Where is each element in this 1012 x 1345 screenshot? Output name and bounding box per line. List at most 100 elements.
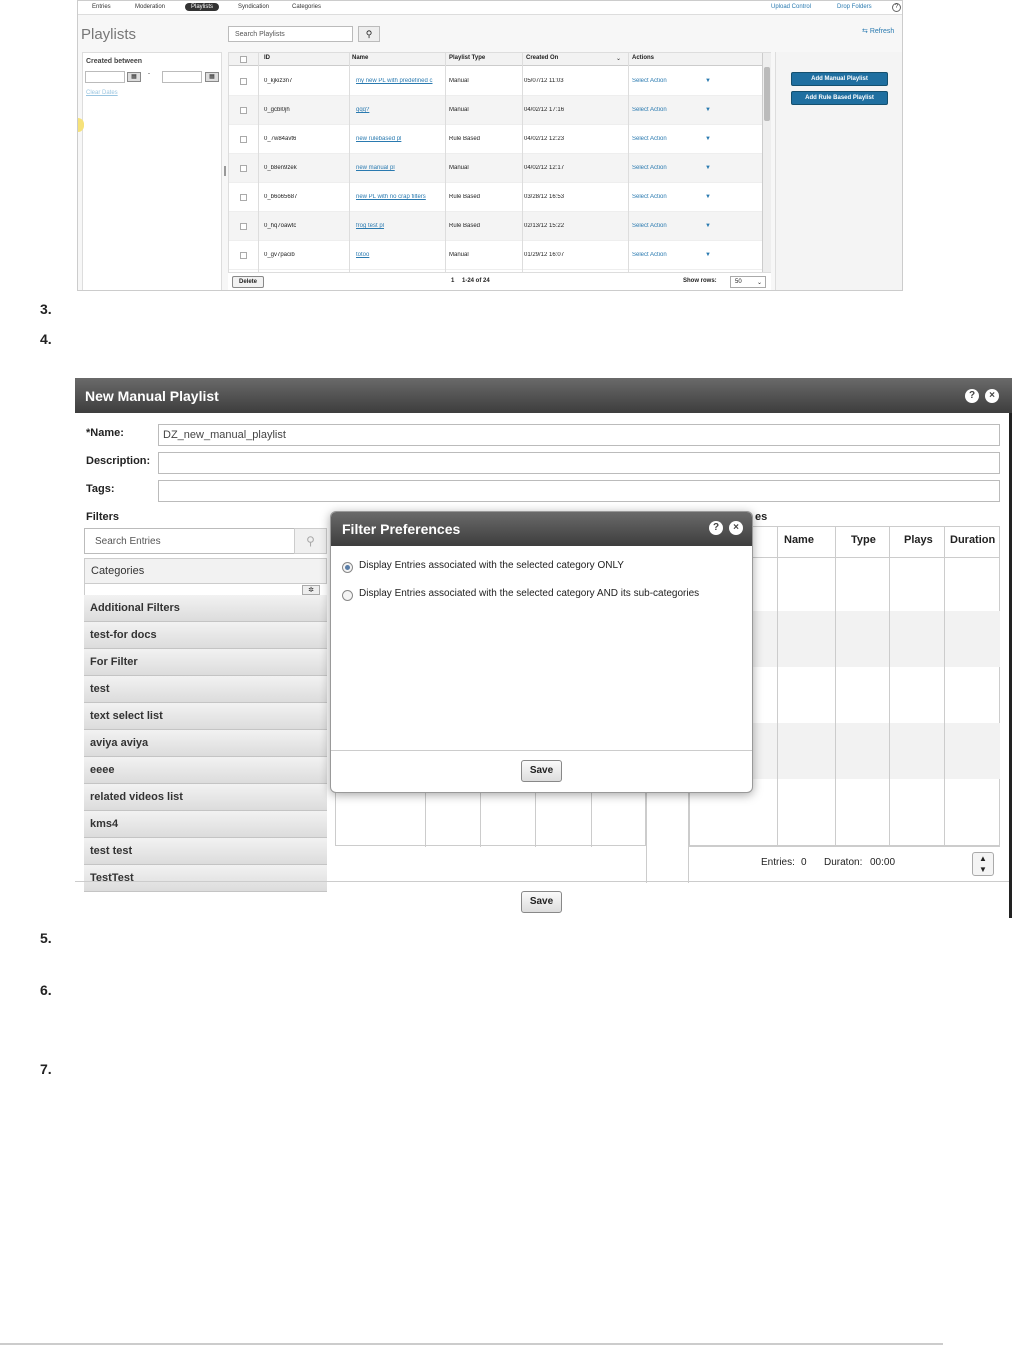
- select-action-link[interactable]: Select Action: [632, 136, 667, 142]
- row-checkbox[interactable]: [240, 165, 247, 172]
- sort-chevron-icon[interactable]: ⌄: [616, 55, 621, 62]
- filter-item[interactable]: For Filter: [84, 649, 327, 676]
- description-field[interactable]: [158, 452, 1000, 474]
- header-plays[interactable]: Plays: [904, 534, 933, 546]
- categories-header[interactable]: Categories: [84, 558, 327, 584]
- select-action-link[interactable]: Select Action: [632, 165, 667, 171]
- clear-dates-link[interactable]: Clear Dates: [86, 90, 118, 96]
- footer-divider: [75, 881, 1009, 882]
- page-range: 1-24 of 24: [462, 278, 490, 284]
- row-checkbox[interactable]: [240, 136, 247, 143]
- row-checkbox[interactable]: [240, 252, 247, 259]
- help-icon[interactable]: ?: [965, 389, 979, 403]
- filter-settings-icon[interactable]: ✲: [302, 585, 320, 595]
- filter-item[interactable]: test test: [84, 838, 327, 865]
- save-button[interactable]: Save: [521, 891, 562, 913]
- select-action-link[interactable]: Select Action: [632, 107, 667, 113]
- save-button[interactable]: Save: [521, 760, 562, 782]
- header-name[interactable]: Name: [352, 55, 368, 61]
- cell-name-link[interactable]: my new PL with predefined c: [356, 78, 444, 84]
- dropdown-arrow-icon[interactable]: ▼: [705, 165, 711, 171]
- header-name[interactable]: Name: [784, 534, 814, 546]
- upload-control-link[interactable]: Upload Control: [771, 4, 811, 10]
- search-entries-input[interactable]: Search Entries: [84, 528, 295, 554]
- filter-item[interactable]: kms4: [84, 811, 327, 838]
- tab-playlists[interactable]: Playlists: [185, 3, 220, 11]
- start-date-input[interactable]: [85, 71, 125, 83]
- dialog-title-bar: Filter Preferences ? ×: [331, 512, 752, 546]
- search-icon[interactable]: ⚲: [294, 528, 327, 554]
- cell-name-link[interactable]: new manual pl: [356, 165, 444, 171]
- dropdown-arrow-icon[interactable]: ▼: [705, 78, 711, 84]
- actions-panel: Add Manual Playlist Add Rule Based Playl…: [775, 52, 902, 290]
- header-duration[interactable]: Duration: [950, 534, 995, 546]
- scrollbar[interactable]: [762, 53, 771, 273]
- dropdown-arrow-icon[interactable]: ▼: [705, 136, 711, 142]
- down-arrow-icon[interactable]: ▼: [979, 865, 987, 874]
- radio-selected-category-only[interactable]: [342, 562, 353, 573]
- row-checkbox[interactable]: [240, 194, 247, 201]
- filter-item[interactable]: aviya aviya: [84, 730, 327, 757]
- radio-include-subcategories[interactable]: [342, 590, 353, 601]
- filter-item[interactable]: test-for docs: [84, 622, 327, 649]
- close-icon[interactable]: ×: [985, 389, 999, 403]
- search-icon[interactable]: ⚲: [358, 26, 380, 42]
- calendar-icon[interactable]: ▦: [127, 72, 141, 82]
- row-checkbox[interactable]: [240, 107, 247, 114]
- current-page[interactable]: 1: [451, 278, 454, 284]
- cell-name-link[interactable]: new rulebased pl: [356, 136, 444, 142]
- scrollbar-thumb[interactable]: [764, 67, 770, 121]
- end-date-input[interactable]: [162, 71, 202, 83]
- add-rule-based-playlist-button[interactable]: Add Rule Based Playlist: [791, 91, 888, 105]
- row-checkbox[interactable]: [240, 78, 247, 85]
- filter-item[interactable]: eeee: [84, 757, 327, 784]
- column-divider: [349, 53, 350, 273]
- select-action-link[interactable]: Select Action: [632, 78, 667, 84]
- show-rows-select[interactable]: 50 ⌄: [730, 276, 766, 288]
- dropdown-arrow-icon[interactable]: ▼: [705, 194, 711, 200]
- help-icon[interactable]: ?: [892, 3, 901, 12]
- cell-name-link[interactable]: qqq?: [356, 107, 444, 113]
- row-checkbox[interactable]: [240, 223, 247, 230]
- refresh-button[interactable]: ⇆ Refresh: [862, 27, 894, 35]
- up-arrow-icon[interactable]: ▲: [979, 854, 987, 863]
- filter-item[interactable]: text select list: [84, 703, 327, 730]
- cell-name-link[interactable]: totoo: [356, 252, 444, 258]
- tags-field[interactable]: [158, 480, 1000, 502]
- select-action-link[interactable]: Select Action: [632, 194, 667, 200]
- reorder-stepper[interactable]: ▲ ▼: [972, 852, 994, 876]
- calendar-icon[interactable]: ▦: [205, 72, 219, 82]
- select-action-link[interactable]: Select Action: [632, 223, 667, 229]
- cell-type: Rule Based: [449, 136, 481, 142]
- header-id[interactable]: ID: [264, 55, 270, 61]
- entries-count: 0: [801, 857, 807, 868]
- select-all-checkbox[interactable]: [240, 56, 247, 63]
- filter-item[interactable]: test: [84, 676, 327, 703]
- name-field[interactable]: DZ_new_manual_playlist: [158, 424, 1000, 446]
- add-manual-playlist-button[interactable]: Add Manual Playlist: [791, 72, 888, 86]
- filter-item[interactable]: related videos list: [84, 784, 327, 811]
- header-type[interactable]: Type: [851, 534, 876, 546]
- cell-name-link[interactable]: new PL with no crap filters: [356, 194, 444, 200]
- dropdown-arrow-icon[interactable]: ▼: [705, 107, 711, 113]
- header-playlist-type[interactable]: Playlist Type: [449, 55, 485, 61]
- splitter-handle[interactable]: [224, 166, 226, 176]
- filter-item[interactable]: Additional Filters: [84, 595, 327, 622]
- header-created-on[interactable]: Created On: [526, 55, 558, 61]
- tab-moderation[interactable]: Moderation: [135, 4, 165, 10]
- cell-id: 0_kjkiz3n7: [264, 78, 293, 84]
- dropdown-arrow-icon[interactable]: ▼: [705, 252, 711, 258]
- filter-item[interactable]: TestTest: [84, 865, 327, 892]
- delete-button[interactable]: Delete: [232, 276, 264, 288]
- duration-label: Duraton:: [824, 857, 863, 868]
- dropdown-arrow-icon[interactable]: ▼: [705, 223, 711, 229]
- help-icon[interactable]: ?: [709, 521, 723, 535]
- close-icon[interactable]: ×: [729, 521, 743, 535]
- tab-categories[interactable]: Categories: [292, 4, 321, 10]
- select-action-link[interactable]: Select Action: [632, 252, 667, 258]
- search-input[interactable]: Search Playlists: [228, 26, 353, 42]
- tab-syndication[interactable]: Syndication: [238, 4, 269, 10]
- tab-entries[interactable]: Entries: [92, 4, 111, 10]
- cell-name-link[interactable]: frog test pl: [356, 223, 444, 229]
- drop-folders-link[interactable]: Drop Folders: [837, 4, 872, 10]
